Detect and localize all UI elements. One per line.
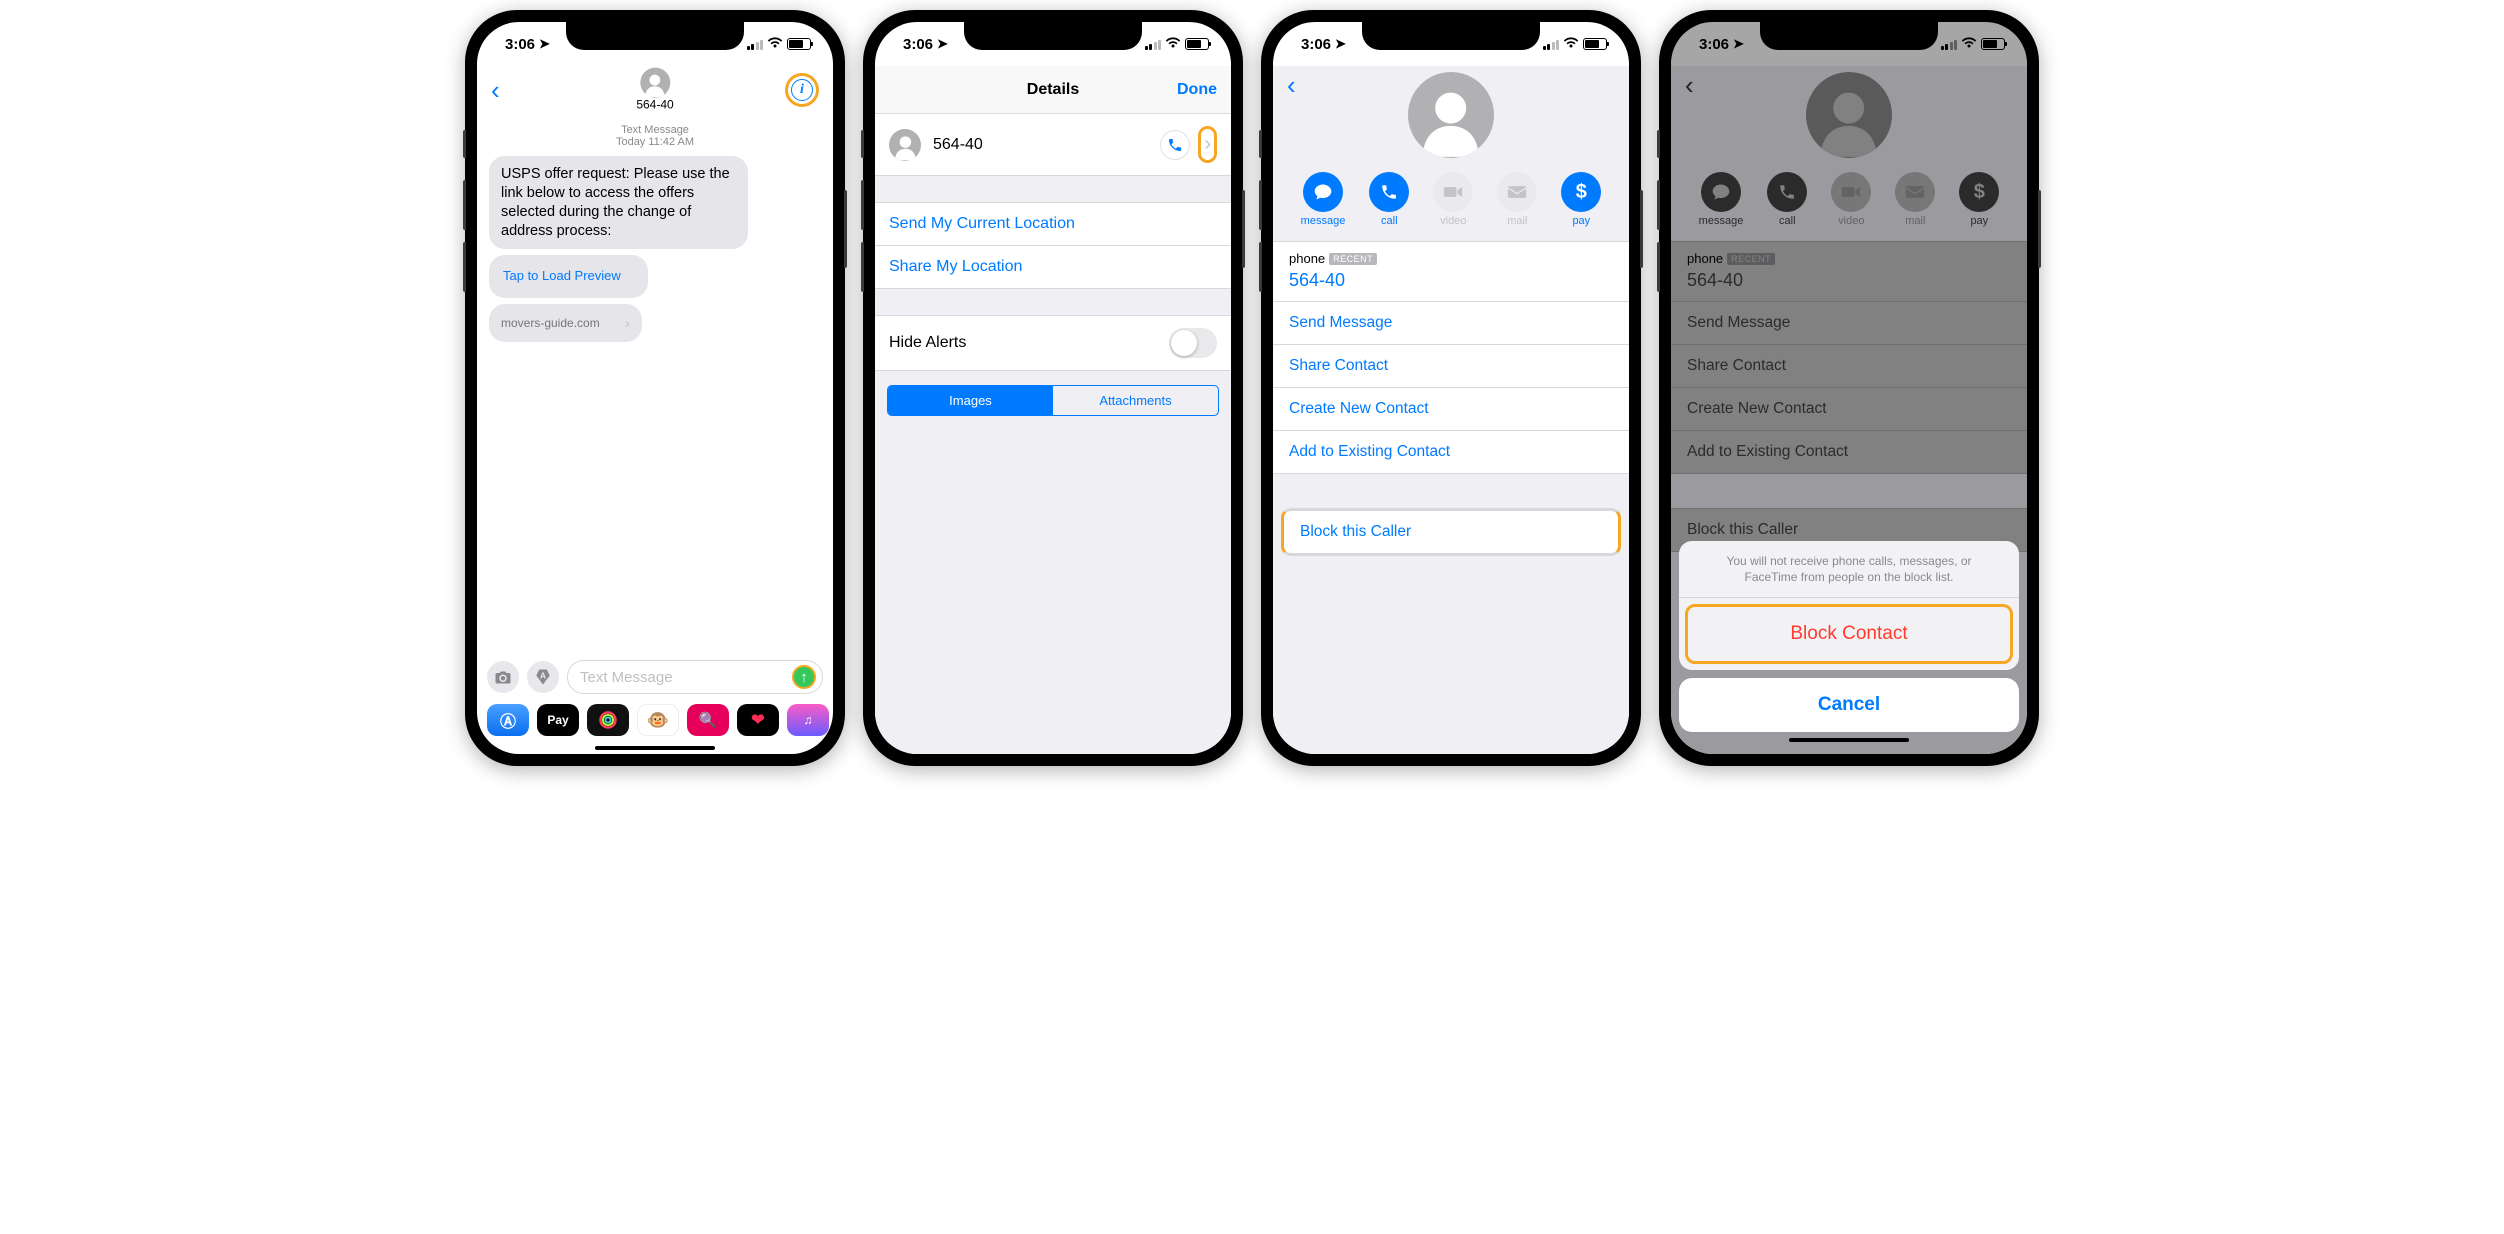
phone-frame-4: 3:06➤ ‹ message call video mail $pay pho… [1659, 10, 2039, 766]
recent-badge: RECENT [1329, 253, 1377, 265]
seg-attachments[interactable]: Attachments [1053, 386, 1218, 415]
cellular-icon [747, 39, 764, 50]
phone-field[interactable]: phoneRECENT 564-40 [1273, 241, 1629, 302]
action-pay[interactable]: $pay [1561, 172, 1601, 227]
highlight-chevron: › [1198, 126, 1217, 163]
nav-bar: ‹ 564-40 i [477, 66, 833, 114]
cellular-icon [1145, 39, 1162, 50]
nav-bar: Details Done [875, 66, 1231, 114]
phone-frame-2: 3:06➤ Details Done 564-40 › Send My Cur [863, 10, 1243, 766]
message-meta: Text Message Today 11:42 AM [489, 124, 821, 148]
preview-bubble[interactable]: Tap to Load Preview [489, 255, 648, 298]
battery-icon [787, 38, 811, 50]
wifi-icon [1165, 36, 1181, 52]
apps-button[interactable]: A [527, 661, 559, 693]
info-button[interactable]: i [791, 79, 813, 101]
call-button[interactable] [1160, 130, 1190, 160]
block-caller-button[interactable]: Block this Caller [1281, 508, 1621, 556]
battery-icon [1583, 38, 1607, 50]
details-title: Details [1027, 80, 1079, 97]
home-indicator[interactable] [595, 746, 715, 750]
location-icon: ➤ [539, 36, 550, 52]
hide-alerts-toggle[interactable] [1169, 328, 1217, 358]
animoji-icon[interactable]: 🐵 [637, 704, 679, 736]
highlight-info: i [785, 73, 819, 107]
action-call[interactable]: call [1369, 172, 1409, 227]
action-sheet: You will not receive phone calls, messag… [1679, 541, 2019, 746]
wifi-icon [767, 36, 783, 52]
contact-avatar [889, 129, 921, 161]
back-button[interactable]: ‹ [491, 75, 500, 106]
seg-images[interactable]: Images [888, 386, 1053, 415]
action-message[interactable]: message [1301, 172, 1346, 227]
add-existing-button[interactable]: Add to Existing Contact [1273, 431, 1629, 474]
cancel-button[interactable]: Cancel [1679, 678, 2019, 732]
message-bubble[interactable]: USPS offer request: Please use the link … [489, 156, 748, 249]
compose-bar: A Text Message ↑ [477, 654, 833, 700]
share-location-button[interactable]: Share My Location [875, 246, 1231, 289]
hide-alerts-row: Hide Alerts [875, 315, 1231, 371]
contact-avatar-large [1408, 72, 1494, 158]
send-location-button[interactable]: Send My Current Location [875, 202, 1231, 246]
action-row: message call video mail $pay [1273, 162, 1629, 241]
phone-frame-1: 3:06➤ ‹ 564-40 i Text Message [465, 10, 845, 766]
back-button[interactable]: ‹ [1287, 70, 1296, 101]
contact-name: 564-40 [636, 99, 673, 113]
app-tray[interactable]: Ⓐ Pay 🐵 🔍 ❤ ♫ [477, 700, 833, 740]
action-mail: mail [1497, 172, 1537, 227]
location-icon: ➤ [937, 36, 948, 52]
action-video: video [1433, 172, 1473, 227]
share-contact-button[interactable]: Share Contact [1273, 345, 1629, 388]
block-contact-button[interactable]: Block Contact [1688, 607, 2010, 661]
camera-button[interactable] [487, 661, 519, 693]
location-icon: ➤ [1335, 36, 1346, 52]
message-input[interactable]: Text Message ↑ [567, 660, 823, 694]
home-indicator[interactable] [1789, 738, 1909, 742]
cellular-icon [1543, 39, 1560, 50]
send-message-button[interactable]: Send Message [1273, 302, 1629, 345]
phone-frame-3: 3:06➤ ‹ message call video mail $pay pho… [1261, 10, 1641, 766]
music-icon[interactable]: ♫ [787, 704, 829, 736]
notch [964, 22, 1142, 50]
segmented-control[interactable]: Images Attachments [887, 385, 1219, 416]
contact-row[interactable]: 564-40 › [875, 114, 1231, 176]
activity-icon[interactable] [587, 704, 629, 736]
svg-text:A: A [540, 672, 546, 681]
sheet-message: You will not receive phone calls, messag… [1679, 541, 2019, 598]
appstore-icon[interactable]: Ⓐ [487, 704, 529, 736]
notch [1362, 22, 1540, 50]
heart-app-icon[interactable]: ❤ [737, 704, 779, 736]
chevron-right-icon[interactable]: › [1204, 133, 1211, 155]
chevron-right-icon: › [625, 314, 630, 332]
search-icon[interactable]: 🔍 [687, 704, 729, 736]
done-button[interactable]: Done [1177, 81, 1217, 99]
wifi-icon [1563, 36, 1579, 52]
applepay-icon[interactable]: Pay [537, 704, 579, 736]
send-button[interactable]: ↑ [792, 665, 816, 689]
create-contact-button[interactable]: Create New Contact [1273, 388, 1629, 431]
link-attachment[interactable]: movers-guide.com › [489, 304, 642, 342]
battery-icon [1185, 38, 1209, 50]
status-time: 3:06 [505, 36, 535, 53]
notch [1760, 22, 1938, 50]
notch [566, 22, 744, 50]
contact-avatar[interactable] [640, 68, 670, 98]
